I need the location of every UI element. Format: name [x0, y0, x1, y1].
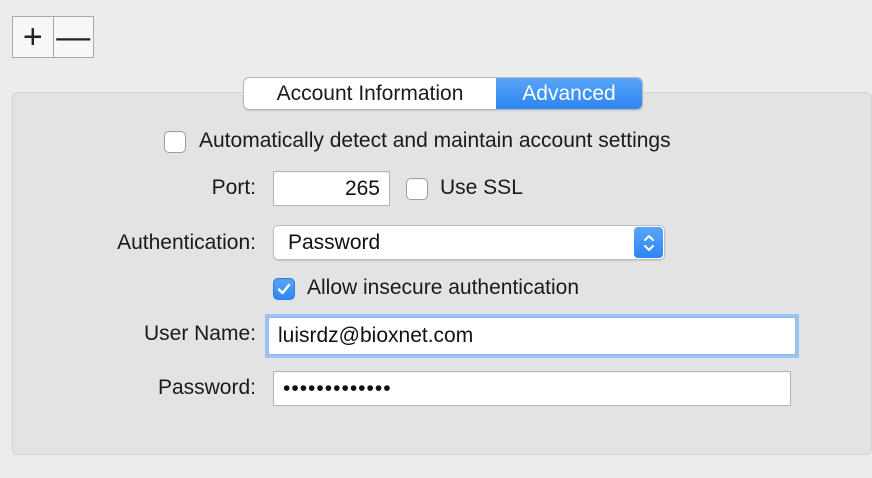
authentication-popup[interactable]: Password [273, 225, 665, 260]
user-name-label: User Name: [143, 322, 256, 345]
use-ssl-checkbox[interactable] [406, 178, 428, 200]
use-ssl-label: Use SSL [440, 176, 523, 199]
tab-account-information[interactable]: Account Information [244, 78, 496, 109]
account-advanced-panel: + — Account Information Advanced Automat… [0, 0, 872, 478]
user-name-field[interactable]: luisrdz@bioxnet.com [268, 317, 796, 355]
port-field[interactable]: 265 [273, 171, 390, 206]
port-value: 265 [344, 176, 380, 200]
remove-account-button[interactable]: — [52, 17, 94, 57]
add-account-button[interactable]: + [13, 17, 53, 57]
tab-advanced[interactable]: Advanced [496, 78, 642, 109]
auto-detect-checkbox[interactable] [164, 131, 186, 153]
auto-detect-label: Automatically detect and maintain accoun… [199, 129, 671, 152]
password-value: ••••••••••••• [283, 376, 392, 400]
checkmark-icon [277, 283, 291, 295]
password-field[interactable]: ••••••••••••• [273, 371, 791, 406]
user-name-value: luisrdz@bioxnet.com [278, 324, 474, 347]
allow-insecure-label: Allow insecure authentication [307, 276, 579, 299]
authentication-value: Password [288, 230, 381, 254]
port-label: Port: [211, 176, 256, 199]
chevron-up-down-icon [634, 227, 663, 258]
password-label: Password: [157, 376, 256, 399]
allow-insecure-checkbox[interactable] [273, 278, 295, 300]
tab-bar: Account Information Advanced [243, 77, 643, 110]
authentication-label: Authentication: [117, 231, 256, 254]
add-remove-control: + — [12, 16, 94, 58]
